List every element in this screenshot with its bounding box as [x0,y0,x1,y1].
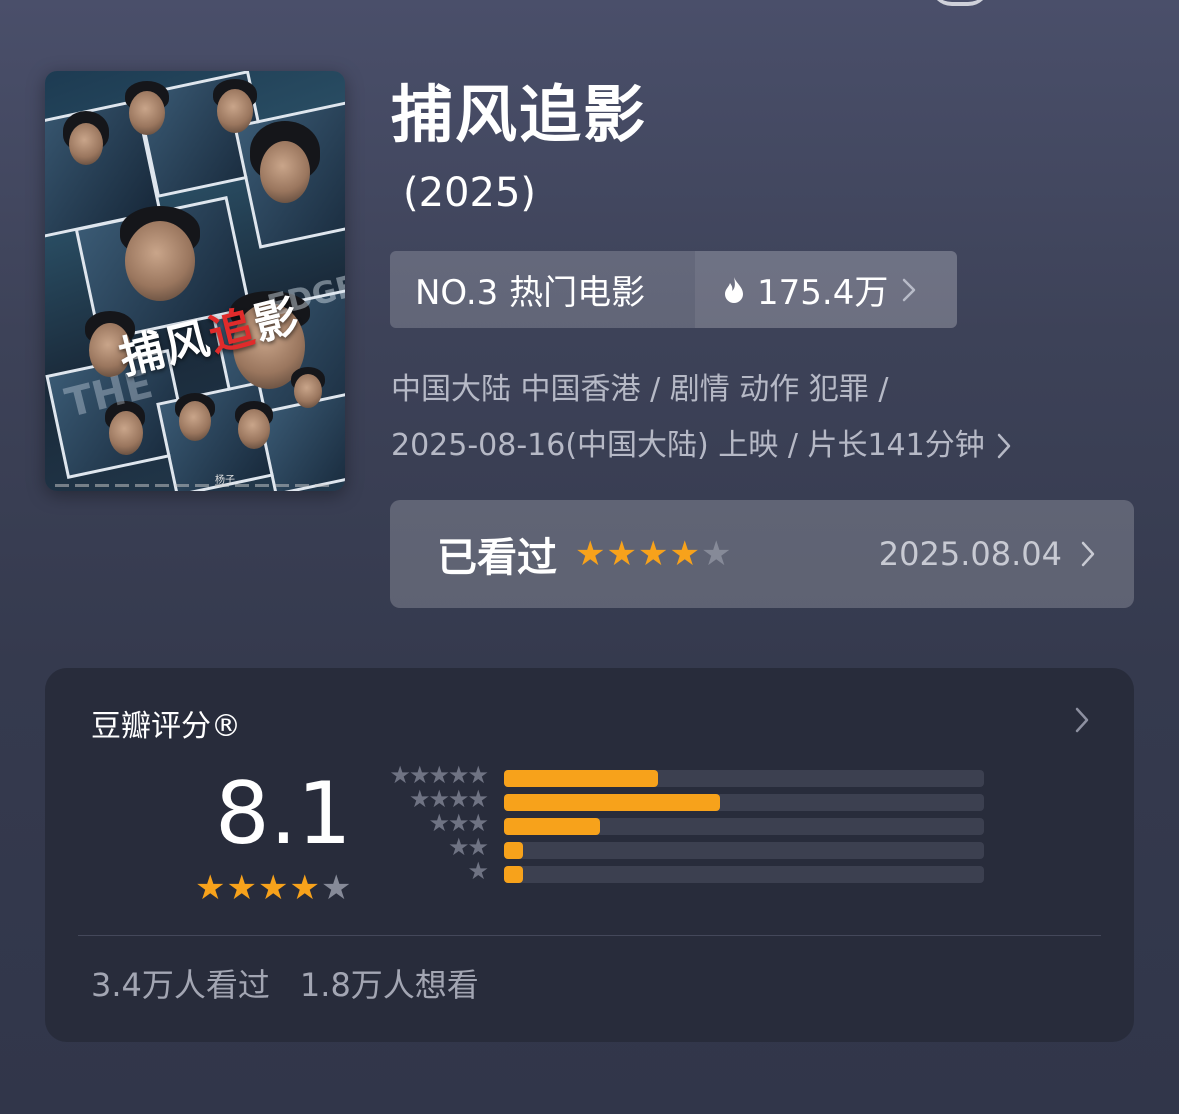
douban-rating-card[interactable]: 豆瓣评分® 8.1 ★ ★ ★ ★ ★ ★★★★★ ★★★★ ★★★ ★★ ★ 3.4万人看过 … [45,668,1134,1042]
poster-cast-line [55,484,335,487]
star-empty-icon[interactable]: ★ [701,537,731,571]
movie-year: (2025) [403,170,537,216]
my-star-rating[interactable]: ★ ★ ★ ★ ★ [575,537,732,571]
rank-badge[interactable]: NO.3 热门电影 175.4万 [390,251,957,328]
fire-icon [725,276,743,303]
rating-stars: ★ ★ ★ ★ ★ [195,871,352,905]
movie-meta-release-text: 2025-08-16(中国大陆) 上映 / 片长141分钟 [391,428,985,463]
audience-counts: 3.4万人看过 1.8万人想看 [91,960,479,1006]
my-rating-card[interactable]: 已看过 ★ ★ ★ ★ ★ 2025.08.04 [390,500,1134,608]
star-filled-icon[interactable]: ★ [606,537,636,571]
watched-date: 2025.08.04 [878,535,1062,573]
rating-bar-track [504,770,984,787]
star-filled-icon[interactable]: ★ [669,537,699,571]
star-filled-icon[interactable]: ★ [638,537,668,571]
rating-score: 8.1 [215,764,352,864]
movie-meta-release[interactable]: 2025-08-16(中国大陆) 上映 / 片长141分钟 [391,426,1011,466]
movie-title: 捕风追影 [391,78,648,151]
chevron-right-icon [1081,541,1095,567]
star-empty-icon: ★ [320,868,352,908]
rating-bar-fill [504,794,720,811]
chevron-right-icon [997,433,1010,459]
watched-count[interactable]: 3.4万人看过 [91,960,270,1006]
rating-bar-track [504,842,984,859]
rating-bar-fill [504,842,524,859]
divider [78,935,1101,936]
sheet-handle[interactable] [930,0,990,6]
star-filled-icon: ★ [195,868,226,908]
rating-level-stars: ★ [467,857,488,885]
star-filled-icon[interactable]: ★ [575,537,605,571]
chevron-right-icon [903,278,916,301]
star-filled-icon: ★ [226,868,257,908]
watched-label: 已看过 [437,535,557,581]
star-filled-icon: ★ [289,868,320,908]
heat-value-group: 175.4万 [695,251,957,328]
rating-bar-fill [504,818,600,835]
rating-bar-fill [504,770,658,787]
rating-bar-track [504,794,984,811]
movie-meta-region-genre: 中国大陆 中国香港 / 剧情 动作 犯罪 / [391,372,889,407]
heat-value: 175.4万 [757,273,889,313]
chevron-right-icon [1075,707,1089,733]
rating-distribution-row: ★ [383,857,993,885]
rank-label: NO.3 热门电影 [390,251,695,328]
rating-bar-track [504,818,984,835]
wish-count[interactable]: 1.8万人想看 [300,960,479,1006]
rating-title: 豆瓣评分® [91,709,241,744]
rating-bar-track [504,866,984,883]
rating-bar-fill [504,866,524,883]
star-filled-icon: ★ [257,868,289,908]
movie-poster[interactable]: THE EDGE 捕风追影 杨子 [45,71,345,491]
